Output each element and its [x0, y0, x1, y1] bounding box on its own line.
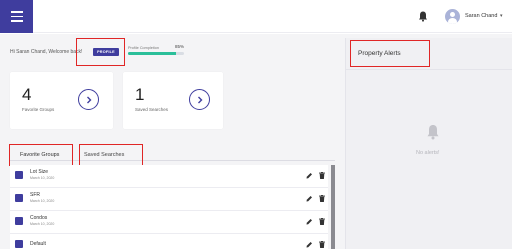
- list-item[interactable]: Condos March 10, 2020: [10, 211, 328, 234]
- favorite-groups-card: 4 Favorite Groups: [10, 72, 113, 129]
- favorite-groups-open-button[interactable]: [78, 89, 99, 110]
- trash-icon[interactable]: [319, 195, 325, 202]
- profile-completion-bar: [128, 52, 184, 55]
- profile-completion-value: 85%: [175, 44, 185, 49]
- group-checkbox[interactable]: [15, 171, 23, 179]
- saved-searches-open-button[interactable]: [189, 89, 210, 110]
- group-date: March 10, 2020: [30, 176, 55, 180]
- user-name[interactable]: Saran Chand: [465, 13, 497, 19]
- chevron-down-icon[interactable]: ▾: [500, 13, 503, 19]
- group-date: March 10, 2020: [30, 222, 55, 226]
- group-checkbox[interactable]: [15, 217, 23, 225]
- profile-completion-label: Profile Completion: [128, 46, 160, 50]
- saved-searches-tab-highlight-box: [79, 144, 143, 166]
- chevron-right-icon: [197, 96, 202, 103]
- top-navbar: Saran Chand ▾: [0, 0, 512, 33]
- bell-icon: [427, 125, 439, 140]
- group-name: Condos: [30, 215, 48, 221]
- property-alerts-highlight-box: [350, 40, 430, 67]
- list-item[interactable]: Lot Size March 10, 2020: [10, 165, 328, 188]
- saved-searches-card: 1 Saved Searches: [123, 72, 223, 129]
- pencil-icon[interactable]: [306, 195, 313, 202]
- trash-icon[interactable]: [319, 172, 325, 179]
- no-alerts-text: No alerts!: [416, 150, 440, 156]
- menu-icon[interactable]: [0, 0, 33, 33]
- list-scrollbar[interactable]: [331, 165, 335, 249]
- list-item[interactable]: Default: [10, 234, 328, 249]
- alerts-divider: [346, 69, 512, 70]
- group-name: SFR: [30, 192, 40, 198]
- profile-highlight-box: [76, 38, 125, 66]
- avatar-icon[interactable]: [445, 9, 460, 24]
- bell-icon[interactable]: [418, 11, 428, 22]
- group-name: Lot Size: [30, 169, 49, 175]
- group-checkbox[interactable]: [15, 240, 23, 248]
- favorite-groups-list: Lot Size March 10, 2020 SFR March 10, 20…: [10, 165, 328, 249]
- pencil-icon[interactable]: [306, 172, 313, 179]
- saved-searches-count: 1: [135, 85, 145, 104]
- trash-icon[interactable]: [319, 241, 325, 248]
- scrollbar-thumb[interactable]: [331, 165, 335, 249]
- saved-searches-label: Saved Searches: [135, 107, 169, 112]
- favorite-groups-label: Favorite Groups: [22, 107, 55, 112]
- list-item[interactable]: SFR March 10, 2020: [10, 188, 328, 211]
- chevron-right-icon: [86, 96, 91, 103]
- favorite-groups-count: 4: [22, 85, 32, 104]
- group-name: Default: [30, 241, 46, 247]
- pencil-icon[interactable]: [306, 218, 313, 225]
- trash-icon[interactable]: [319, 218, 325, 225]
- group-date: March 10, 2020: [30, 199, 55, 203]
- pencil-icon[interactable]: [306, 241, 313, 248]
- group-checkbox[interactable]: [15, 194, 23, 202]
- favorite-groups-tab-highlight-box: [9, 144, 73, 166]
- profile-completion-fill: [128, 52, 176, 55]
- welcome-text: Hi Saran Chand, Welcome back!: [10, 49, 83, 55]
